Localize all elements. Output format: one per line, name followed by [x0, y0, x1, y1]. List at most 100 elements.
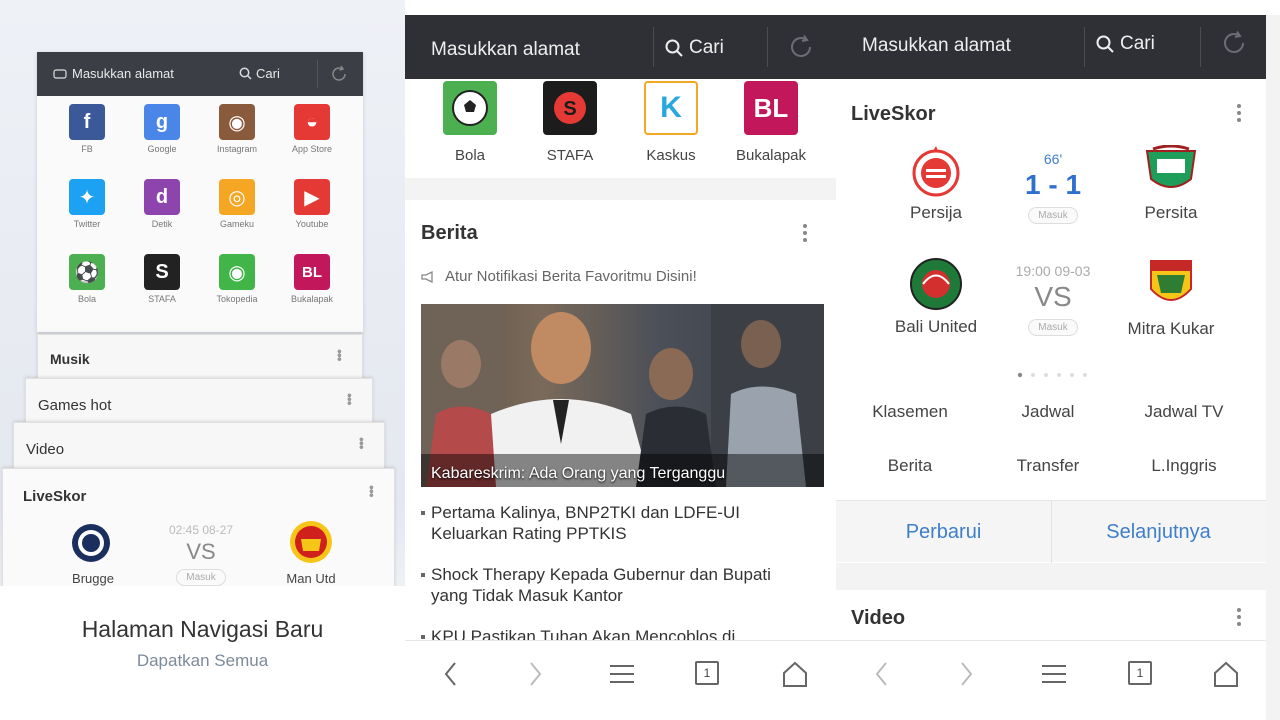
app-tokopedia[interactable]: ◉ Tokopedia — [197, 254, 277, 304]
address-input[interactable]: Masukkan alamat — [862, 35, 1011, 57]
link-jadwal-tv[interactable]: Jadwal TV — [1114, 402, 1254, 422]
quick-apps: Bola S STAFA K Kaskus BL Bukalapak — [405, 79, 836, 178]
kaskus-icon: K — [644, 81, 698, 135]
bottom-navbar: 1 — [405, 640, 836, 720]
menu-icon[interactable] — [1040, 659, 1068, 689]
next-button[interactable]: Selanjutnya — [1051, 501, 1266, 563]
back-icon[interactable] — [872, 659, 892, 689]
app-gameku[interactable]: ◎ Gameku — [197, 179, 277, 229]
more-icon[interactable] — [803, 224, 807, 245]
forward-icon[interactable] — [525, 659, 545, 689]
match-time: 02:45 08-27 — [168, 523, 234, 537]
app-detik[interactable]: d Detik — [122, 179, 202, 229]
news-item[interactable]: Shock Therapy Kepada Gubernur dan Bupati… — [421, 564, 801, 606]
back-icon[interactable] — [441, 659, 461, 689]
app-kaskus[interactable]: K Kaskus — [621, 81, 721, 164]
app-app-store[interactable]: ◒ App Store — [272, 104, 352, 154]
refresh-button[interactable]: Perbarui — [836, 501, 1051, 563]
card-video[interactable]: Video ••• — [13, 422, 385, 474]
link-berita[interactable]: Berita — [840, 456, 980, 476]
search-label: Cari — [689, 37, 724, 58]
panel-liveskor: Masukkan alamat Cari LiveSkor Persija 66… — [836, 0, 1280, 720]
tab-count: 1 — [703, 666, 711, 680]
liveskor-actions: Perbarui Selanjutnya — [836, 500, 1266, 563]
home-icon[interactable] — [1212, 659, 1240, 689]
mitra-kukar-logo — [1147, 257, 1195, 313]
app-instagram[interactable]: ◉ Instagram — [197, 104, 277, 154]
team-away[interactable]: Mitra Kukar — [1111, 257, 1231, 339]
search-button[interactable]: Cari — [1096, 33, 1155, 55]
home-team: Brugge — [72, 571, 114, 586]
persija-logo — [911, 145, 961, 197]
app-bola[interactable]: ⚽ Bola — [47, 254, 127, 304]
link-transfer[interactable]: Transfer — [978, 456, 1118, 476]
app-stafa[interactable]: S STAFA — [520, 81, 620, 164]
app-store-icon: ◒ — [294, 104, 330, 140]
app-bukalapak[interactable]: BL Bukalapak — [721, 81, 821, 164]
headline-photo[interactable]: Kabareskrim: Ada Orang yang Terganggu — [421, 304, 824, 487]
more-icon[interactable]: ••• — [332, 349, 348, 361]
app-twitter[interactable]: ✦ Twitter — [47, 179, 127, 229]
vs-label: VS — [186, 539, 216, 564]
app-label: Bukalapak — [735, 147, 807, 164]
address-input[interactable]: Masukkan alamat — [53, 66, 174, 81]
score: 1 - 1 — [1024, 169, 1082, 200]
card-title: Games hot — [38, 397, 112, 414]
app-bukalapak[interactable]: BL Bukalapak — [272, 254, 352, 304]
forward-icon[interactable] — [956, 659, 976, 689]
notification-link[interactable]: Atur Notifikasi Berita Favoritmu Disini! — [421, 268, 697, 285]
app-google[interactable]: g Google — [122, 104, 202, 154]
more-icon[interactable]: ••• — [342, 393, 358, 405]
fb-icon: f — [69, 104, 105, 140]
status-badge: Masuk — [998, 317, 1108, 336]
more-icon[interactable] — [1237, 608, 1241, 629]
card-title: Video — [26, 441, 65, 458]
persita-logo — [1143, 145, 1199, 197]
home-icon[interactable] — [781, 659, 809, 689]
score-block[interactable]: 66' 1 - 1 Masuk — [998, 151, 1108, 224]
more-icon[interactable] — [1237, 104, 1241, 125]
search-button[interactable]: Cari — [239, 66, 280, 81]
card-liveskor[interactable]: LiveSkor ••• Brugge 02:45 08-27 VS Masuk… — [2, 468, 395, 598]
divider — [1200, 27, 1201, 67]
app-bola[interactable]: Bola — [420, 81, 520, 164]
team-name: Persita — [1144, 203, 1198, 222]
more-icon[interactable]: ••• — [364, 485, 380, 497]
soccer-ball-icon — [443, 81, 497, 135]
refresh-icon[interactable] — [1220, 29, 1248, 57]
link-jadwal[interactable]: Jadwal — [978, 402, 1118, 422]
tabs-button[interactable]: 1 — [1128, 661, 1152, 685]
team-home[interactable]: Persija — [876, 145, 996, 223]
app-fb[interactable]: f FB — [47, 104, 127, 154]
address-input[interactable]: Masukkan alamat — [431, 39, 580, 61]
more-icon[interactable]: ••• — [354, 437, 370, 449]
app-youtube[interactable]: ▶ Youtube — [272, 179, 352, 229]
notification-text: Atur Notifikasi Berita Favoritmu Disini! — [445, 268, 697, 285]
menu-icon[interactable] — [608, 659, 636, 689]
card-title: LiveSkor — [23, 488, 87, 505]
away-team: Man Utd — [286, 571, 336, 586]
search-label: Cari — [1120, 33, 1155, 54]
link-klasemen[interactable]: Klasemen — [840, 402, 980, 422]
svg-text:S: S — [563, 98, 576, 120]
detik-icon: d — [144, 179, 180, 215]
news-item[interactable]: Pertama Kalinya, BNP2TKI dan LDFE-UI Kel… — [421, 502, 801, 544]
refresh-icon[interactable] — [787, 33, 815, 61]
app-label: Bola — [77, 294, 96, 304]
address-placeholder: Masukkan alamat — [72, 66, 174, 81]
team-home[interactable]: Bali United — [876, 257, 996, 337]
bukalapak-icon: BL — [294, 254, 330, 290]
search-button[interactable]: Cari — [665, 37, 724, 59]
news-title: Berita — [421, 222, 478, 244]
team-away[interactable]: Persita — [1111, 145, 1231, 223]
link-l-inggris[interactable]: L.Inggris — [1114, 456, 1254, 476]
liveskor-title: LiveSkor — [851, 103, 936, 125]
team-name: Mitra Kukar — [1127, 319, 1215, 338]
tabs-button[interactable]: 1 — [695, 661, 719, 685]
app-stafa[interactable]: S STAFA — [122, 254, 202, 304]
app-label: STAFA — [546, 147, 594, 164]
app-label: FB — [81, 144, 93, 154]
score-block[interactable]: 19:00 09-03 VS Masuk — [998, 263, 1108, 336]
refresh-icon[interactable] — [329, 64, 349, 84]
match-minute: 66' — [1043, 151, 1063, 167]
